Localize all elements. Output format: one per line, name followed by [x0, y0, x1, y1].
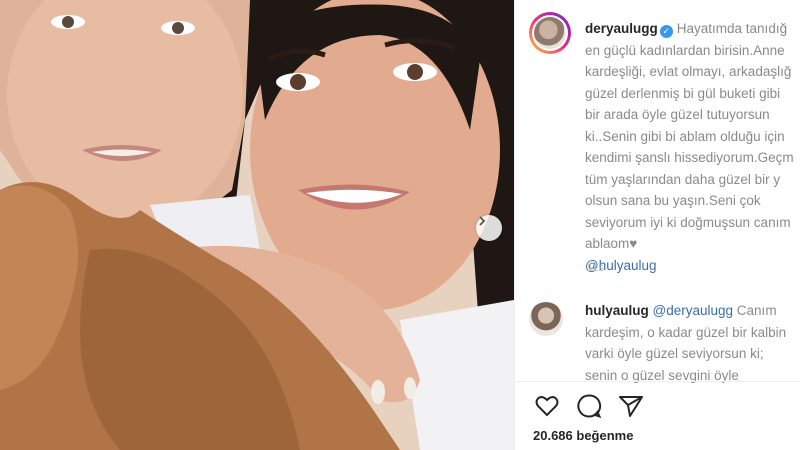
- caption-line: bir arada öyle güzel tutuyorsun: [585, 107, 770, 122]
- caption-text: deryaulugg ✓ Hayatımda tanıdığ en güçlü ka…: [585, 18, 800, 276]
- caption-line: seviyorum iyi ki doğmuşsun canım: [585, 214, 791, 230]
- heart-icon: [535, 396, 559, 417]
- paper-plane-icon: [619, 396, 643, 417]
- post-time: 11s: [587, 262, 604, 274]
- comment-first-line: hulyaulug @deryaulugg Canım: [585, 300, 800, 322]
- likes-number: 20.686: [533, 428, 573, 443]
- chevron-right-icon: [479, 216, 486, 226]
- actions-divider: [515, 381, 800, 382]
- caption-line: tüm yaşlarından daha güzel bir y: [585, 171, 781, 187]
- caption-line: en güçlü kadınlardan birisin.Anne: [585, 42, 785, 58]
- comment-icon: [577, 394, 602, 419]
- author-avatar[interactable]: [529, 12, 571, 54]
- instagram-post-view: deryaulugg ✓ Hayatımda tanıdığ en güçlü ka…: [0, 0, 800, 450]
- caption-first-line: deryaulugg ✓ Hayatımda tanıdığ: [585, 18, 800, 40]
- post-photo-illustration: [0, 0, 514, 450]
- comment-mention-link[interactable]: @deryaulugg: [653, 303, 734, 318]
- commenter-avatar[interactable]: [529, 302, 563, 336]
- caption-line: kendimi şanslı hissediyorum.Geçm: [585, 150, 794, 165]
- comment-line: kardeşim, o kadar güzel bir kalbin: [585, 324, 787, 340]
- comment-line: senin o güzel sevgini öyle: [585, 367, 739, 383]
- caption-line: kardeşliği, evlat olmayı, arkadaşlığ: [585, 64, 792, 79]
- post-side-panel: deryaulugg ✓ Hayatımda tanıdığ en güçlü ka…: [514, 0, 800, 450]
- like-button[interactable]: [533, 392, 561, 420]
- comment-line: varki öyle güzel seviyorsun ki;: [585, 346, 764, 361]
- comment-line: Canım: [736, 303, 777, 318]
- share-button[interactable]: [617, 392, 645, 420]
- caption-line: Hayatımda tanıdığ: [676, 21, 788, 36]
- post-photo[interactable]: [0, 0, 514, 450]
- commenter-username[interactable]: hulyaulug: [585, 303, 649, 318]
- likes-count[interactable]: 20.686 beğenme: [533, 428, 633, 443]
- verified-badge-icon: ✓: [659, 25, 673, 38]
- author-username[interactable]: deryaulugg: [585, 21, 658, 36]
- likes-label: beğenme: [576, 428, 634, 443]
- caption-line: ablaom♥: [585, 236, 638, 251]
- comment-text: hulyaulug @deryaulugg Canım kardeşim, o …: [585, 300, 800, 386]
- comment-button[interactable]: [575, 392, 603, 420]
- caption-line: olsun sana bu yaşın.Seni çok: [585, 193, 761, 208]
- caption-mention-link[interactable]: @hulyaulug: [585, 255, 800, 277]
- carousel-next-button[interactable]: [476, 215, 502, 241]
- avatar-image: [534, 17, 566, 49]
- caption-line: güzel derlenmiş bi gül buketi gibi: [585, 85, 781, 101]
- caption-line: ki..Senin gibi bi ablam olduğu için: [585, 128, 785, 144]
